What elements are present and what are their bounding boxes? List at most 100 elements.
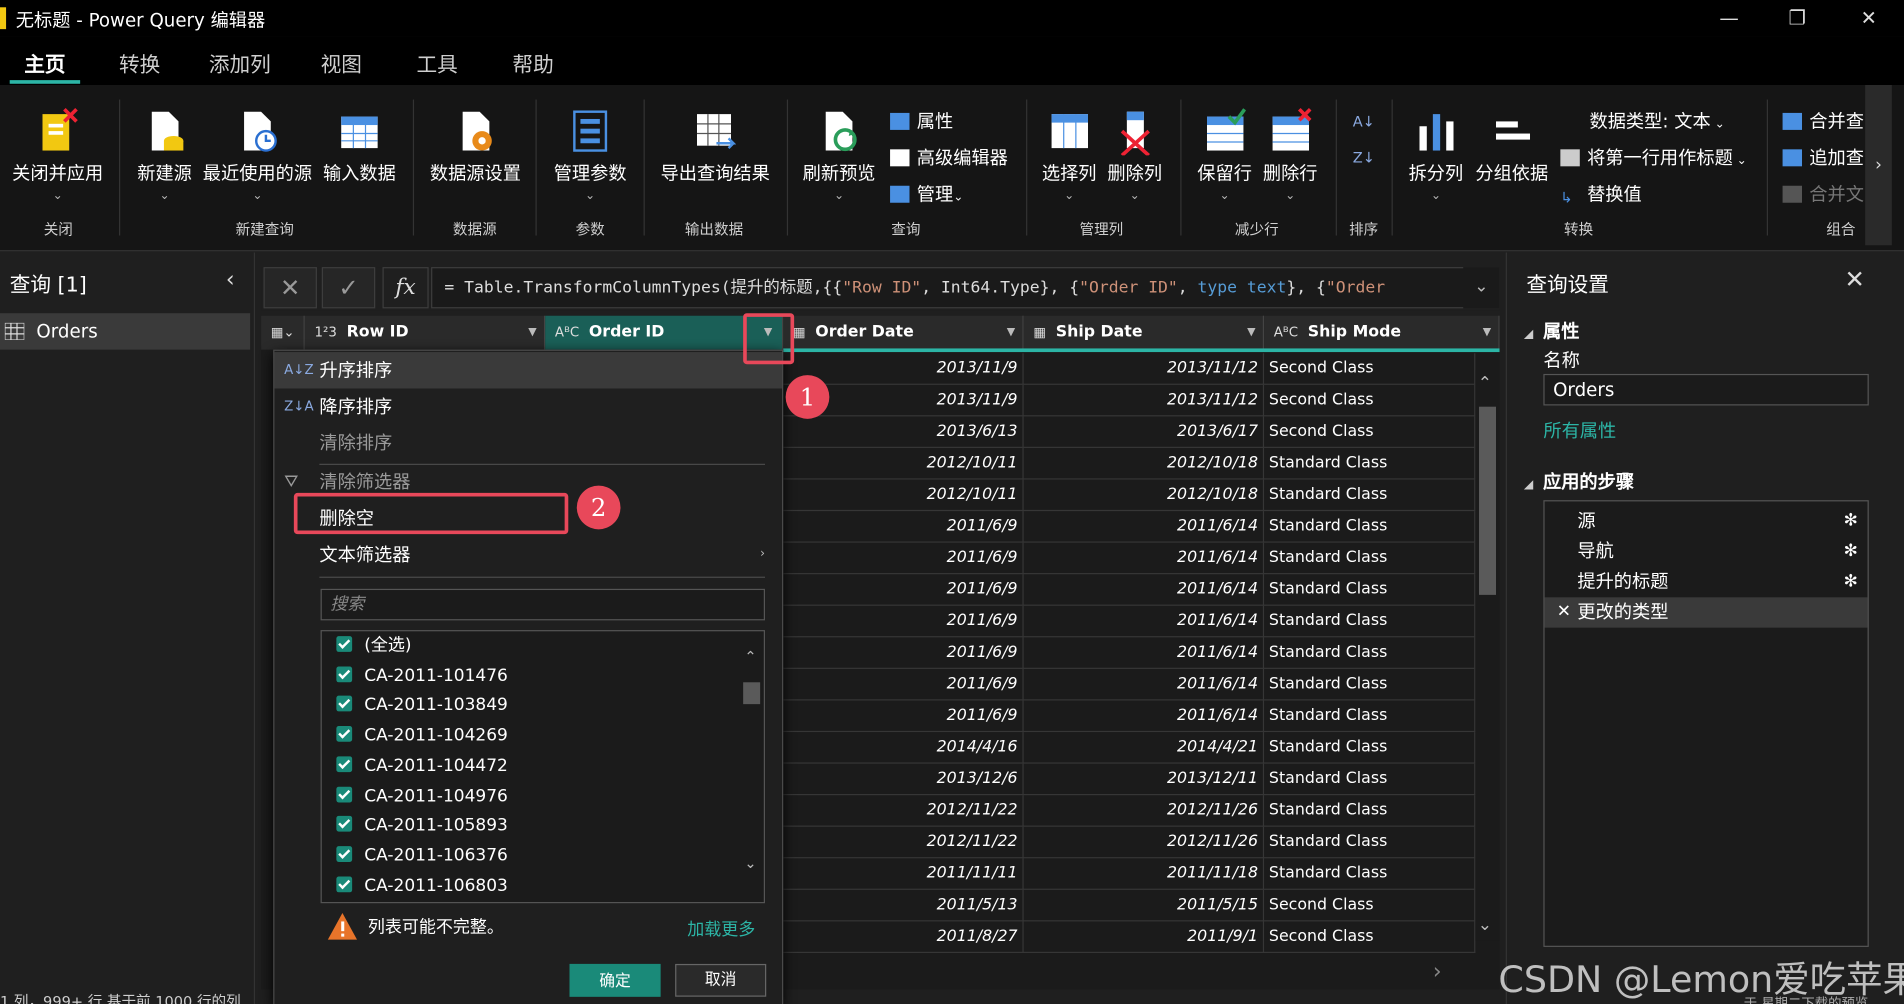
commit-formula-icon[interactable]: ✓ <box>321 267 376 309</box>
ok-button[interactable]: 确定 <box>569 963 661 997</box>
first-row-header-button[interactable]: 将第一行用作标题 ⌄ <box>1560 143 1747 172</box>
restore-button[interactable]: ❐ <box>1783 4 1812 33</box>
chevron-down-icon[interactable]: ▼ <box>1007 316 1015 350</box>
tab-tools[interactable]: 工具 <box>417 47 458 77</box>
applied-steps-section[interactable]: ◢ 应用的步骤 <box>1524 469 1634 494</box>
column-header-order-date[interactable]: ▦ Order Date ▼ <box>783 315 1024 350</box>
clear-sort-item[interactable]: 清除排序 <box>274 425 782 461</box>
filter-value-item[interactable]: CA-2011-104976 <box>336 781 508 810</box>
delete-step-icon[interactable]: ✕ <box>1557 597 1571 627</box>
table-cell[interactable]: Standard Class <box>1264 542 1476 575</box>
table-cell[interactable]: 2013/12/6 <box>783 763 1024 796</box>
table-cell[interactable]: Standard Class <box>1264 447 1476 480</box>
table-menu-icon[interactable]: ▦⌄ <box>261 315 305 350</box>
table-cell[interactable]: 2012/11/22 <box>783 826 1024 859</box>
advanced-editor-button[interactable]: 高级编辑器 <box>890 143 1008 172</box>
query-name-input[interactable]: Orders <box>1543 373 1869 406</box>
filter-value-item[interactable]: CA-2011-105893 <box>336 811 508 840</box>
refresh-preview-button[interactable]: 刷新预览 ⌄ <box>803 107 876 203</box>
column-header-row-id[interactable]: 1²3 Row ID ▼ <box>304 315 546 350</box>
gear-icon[interactable]: ✻ <box>1844 506 1858 536</box>
table-cell[interactable]: 2011/6/14 <box>1024 700 1265 733</box>
table-cell[interactable]: Second Class <box>1264 889 1476 922</box>
table-cell[interactable]: 2013/6/17 <box>1024 416 1265 448</box>
remove-rows-button[interactable]: 删除行 ⌄ <box>1263 107 1318 203</box>
sort-asc-icon[interactable]: A↓ <box>1353 107 1375 136</box>
tab-help[interactable]: 帮助 <box>512 47 553 77</box>
tab-home[interactable]: 主页 <box>24 47 65 77</box>
table-cell[interactable]: Second Class <box>1264 384 1476 417</box>
table-cell[interactable]: 2011/6/14 <box>1024 542 1265 575</box>
table-cell[interactable]: Standard Class <box>1264 763 1476 796</box>
query-item-orders[interactable]: Orders <box>0 313 251 350</box>
table-cell[interactable]: 2011/6/9 <box>783 668 1024 701</box>
table-cell[interactable]: 2011/6/9 <box>783 574 1024 606</box>
table-cell[interactable]: 2011/11/11 <box>783 858 1024 890</box>
table-cell[interactable]: 2011/6/14 <box>1024 511 1265 543</box>
table-cell[interactable]: Standard Class <box>1264 605 1476 638</box>
properties-section[interactable]: ◢ 属性 <box>1524 318 1580 343</box>
expand-formula-chevron-icon[interactable]: ⌄ <box>1463 267 1500 309</box>
scroll-up-icon[interactable]: ⌃ <box>1478 374 1492 393</box>
table-cell[interactable]: 2012/10/11 <box>783 447 1024 480</box>
choose-columns-button[interactable]: 选择列 ⌄ <box>1042 107 1097 203</box>
table-cell[interactable]: 2012/11/22 <box>783 795 1024 827</box>
manage-button[interactable]: 管理⌄ <box>890 180 963 209</box>
checkbox[interactable] <box>336 696 353 712</box>
table-cell[interactable]: 2011/6/9 <box>783 637 1024 669</box>
filter-value-item[interactable]: CA-2011-104269 <box>336 721 508 750</box>
gear-icon[interactable]: ✻ <box>1844 567 1858 597</box>
checkbox[interactable] <box>336 726 353 742</box>
filter-search-input[interactable]: 搜索 <box>320 588 766 621</box>
group-by-button[interactable]: 分组依据 <box>1475 107 1548 186</box>
table-cell[interactable]: Second Class <box>1264 353 1476 385</box>
table-cell[interactable]: Standard Class <box>1264 700 1476 733</box>
table-cell[interactable]: 2011/5/15 <box>1024 889 1265 922</box>
table-cell[interactable]: 2013/11/12 <box>1024 353 1265 385</box>
table-cell[interactable]: 2011/9/1 <box>1024 921 1265 954</box>
checkbox[interactable] <box>336 816 353 832</box>
scroll-down-icon[interactable]: ⌄ <box>1478 915 1492 934</box>
table-cell[interactable]: 2011/11/18 <box>1024 858 1265 890</box>
tab-transform[interactable]: 转换 <box>119 47 160 77</box>
sort-ascending-item[interactable]: A↓Z 升序排序 <box>274 352 783 389</box>
table-cell[interactable]: Standard Class <box>1264 574 1476 606</box>
table-cell[interactable]: Standard Class <box>1264 826 1476 859</box>
checkbox[interactable] <box>336 666 353 682</box>
datasource-settings-button[interactable]: 数据源设置 <box>430 107 521 186</box>
table-cell[interactable]: 2011/6/9 <box>783 511 1024 543</box>
step-promoted-headers[interactable]: 提升的标题 ✻ <box>1545 567 1868 597</box>
tab-view[interactable]: 视图 <box>321 47 362 77</box>
export-results-button[interactable]: 导出查询结果 <box>661 107 770 186</box>
load-more-link[interactable]: 加载更多 <box>687 917 755 941</box>
table-cell[interactable]: 2011/6/9 <box>783 542 1024 575</box>
step-source[interactable]: 源 ✻ <box>1545 506 1868 536</box>
cancel-formula-icon[interactable]: ✕ <box>263 267 317 309</box>
table-cell[interactable]: 2012/10/18 <box>1024 447 1265 480</box>
table-cell[interactable]: 2011/6/14 <box>1024 605 1265 638</box>
table-cell[interactable]: Standard Class <box>1264 668 1476 701</box>
table-cell[interactable]: 2012/10/18 <box>1024 479 1265 512</box>
table-cell[interactable]: 2012/11/26 <box>1024 826 1265 859</box>
table-cell[interactable]: Standard Class <box>1264 637 1476 669</box>
step-changed-type[interactable]: ✕ 更改的类型 <box>1544 597 1868 628</box>
cancel-button[interactable]: 取消 <box>675 963 767 997</box>
text-filters-item[interactable]: 文本筛选器 › <box>274 537 782 573</box>
table-cell[interactable]: Second Class <box>1264 416 1476 448</box>
close-icon[interactable]: ✕ <box>1845 265 1865 294</box>
merge-queries-button[interactable]: 合并查 <box>1782 107 1864 136</box>
filter-value-item[interactable]: CA-2011-106803 <box>336 871 508 900</box>
checkbox[interactable] <box>336 786 353 802</box>
scrollbar-thumb[interactable] <box>743 682 761 705</box>
keep-rows-button[interactable]: 保留行 ⌄ <box>1197 107 1252 203</box>
checkbox[interactable] <box>336 846 353 862</box>
scroll-down-icon[interactable]: ⌄ <box>744 855 756 872</box>
combine-files-button[interactable]: 合并文 <box>1782 180 1864 209</box>
table-cell[interactable]: 2013/11/12 <box>1024 384 1265 417</box>
table-cell[interactable]: Standard Class <box>1264 479 1476 512</box>
step-navigation[interactable]: 导航 ✻ <box>1545 537 1868 567</box>
properties-button[interactable]: 属性 <box>890 107 953 136</box>
sort-descending-item[interactable]: Z↓A 降序排序 <box>274 388 782 424</box>
new-source-button[interactable]: 新建源 ⌄ <box>137 107 192 203</box>
filter-value-item[interactable]: CA-2011-104472 <box>336 751 508 780</box>
